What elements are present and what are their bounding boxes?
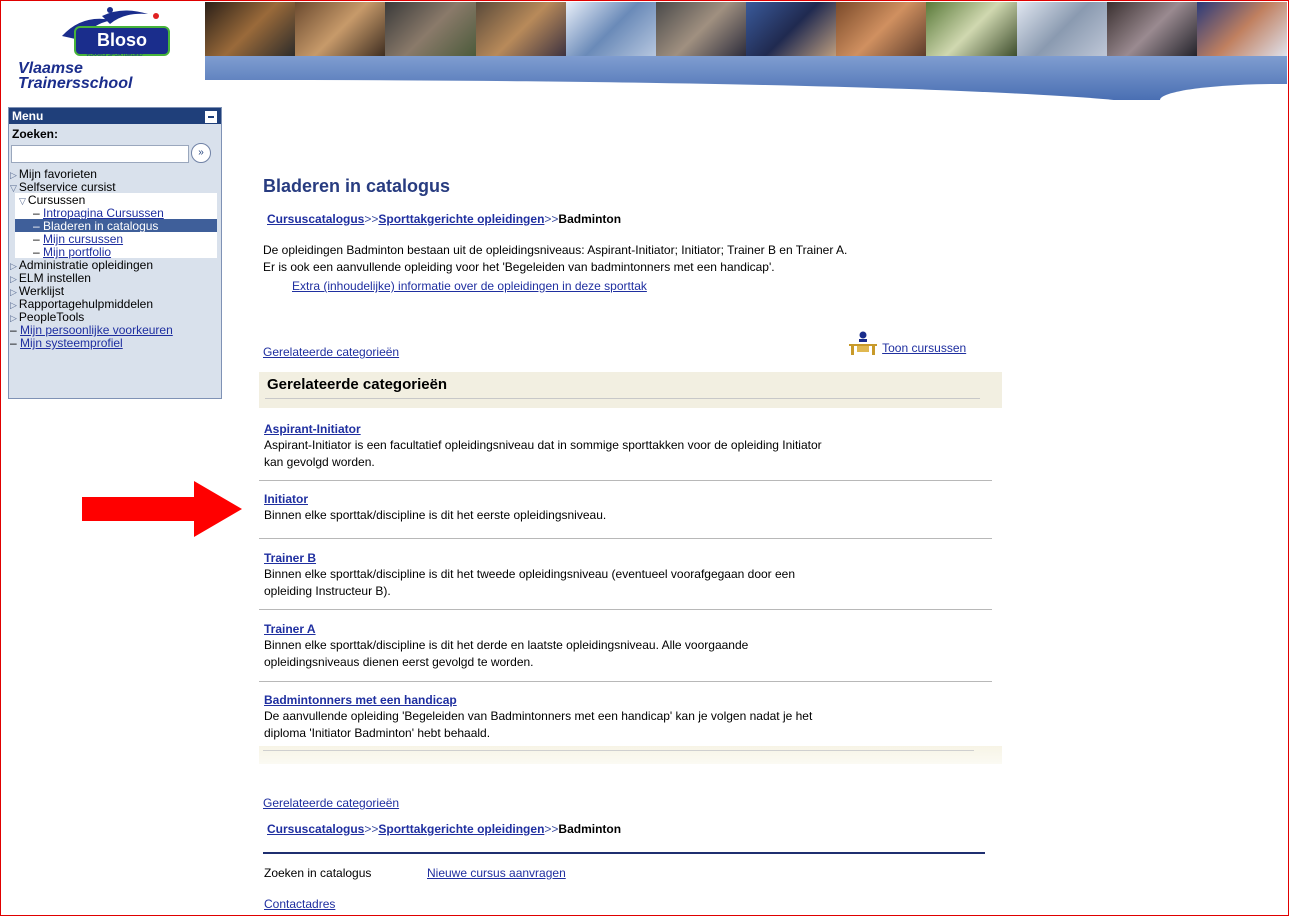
menu-item-bladeren[interactable]: – Bladeren in catalogus bbox=[15, 219, 217, 233]
description-line-2: Er is ook een aanvullende opleiding voor… bbox=[263, 260, 775, 274]
category-item: Trainer A Binnen elke sporttak/disciplin… bbox=[264, 622, 989, 671]
menu-item-administratie[interactable]: ▷ Administratie opleidingen bbox=[9, 258, 221, 272]
panel-footer bbox=[259, 746, 1002, 764]
page-title: Bladeren in catalogus bbox=[263, 176, 451, 196]
category-desc: Binnen elke sporttak/discipline is dit h… bbox=[264, 638, 749, 669]
breadcrumb-root[interactable]: Cursuscatalogus bbox=[267, 212, 364, 226]
category-link[interactable]: Aspirant-Initiator bbox=[264, 422, 361, 436]
related-categories-panel: Gerelateerde categorieën Aspirant-Initia… bbox=[259, 372, 1002, 764]
description: De opleidingen Badminton bestaan uit de … bbox=[263, 242, 847, 276]
breadcrumb: Cursuscatalogus>>Sporttakgerichte opleid… bbox=[267, 212, 621, 226]
search-catalog-text: Zoeken in catalogus bbox=[264, 866, 372, 880]
divider bbox=[259, 538, 992, 539]
menu-link-mijn-cursussen[interactable]: Mijn cursussen bbox=[43, 232, 123, 246]
contact-link[interactable]: Contactadres bbox=[264, 897, 335, 911]
menu-link-systeemprofiel[interactable]: Mijn systeemprofiel bbox=[20, 336, 123, 350]
category-item: Aspirant-Initiator Aspirant-Initiator is… bbox=[264, 422, 989, 471]
side-menu: Menu Zoeken: » ▷ Mijn favorieten ▽ Selfser… bbox=[8, 107, 222, 399]
panel-title: Gerelateerde categorieën bbox=[267, 376, 448, 393]
menu-link-portfolio[interactable]: Mijn portfolio bbox=[43, 245, 111, 259]
menu-link-voorkeuren[interactable]: Mijn persoonlijke voorkeuren bbox=[20, 323, 173, 337]
triangle-right-icon: ▷ bbox=[10, 313, 17, 323]
menu-search-input[interactable] bbox=[11, 145, 189, 163]
breadcrumb-sep: >> bbox=[544, 212, 559, 226]
category-desc: De aanvullende opleiding 'Begeleiden van… bbox=[264, 709, 813, 740]
menu-item-elm[interactable]: ▷ ELM instellen bbox=[9, 271, 221, 285]
menu-submenu: ▽ Cursussen – Intropagina Cursussen – Bla… bbox=[15, 193, 217, 259]
menu-item-intropagina[interactable]: – Intropagina Cursussen bbox=[15, 206, 217, 220]
triangle-right-icon: ▷ bbox=[10, 261, 17, 271]
category-link[interactable]: Initiator bbox=[264, 492, 308, 506]
menu-item-systeemprofiel[interactable]: – Mijn systeemprofiel bbox=[9, 336, 221, 350]
category-link[interactable]: Trainer B bbox=[264, 551, 316, 565]
menu-search: » bbox=[9, 143, 221, 167]
search-label: Zoeken: bbox=[12, 127, 59, 141]
menu-items: ▷ Mijn favorieten ▽ Selfservice cursist ▽ C… bbox=[9, 167, 221, 350]
collapse-menu-icon[interactable] bbox=[205, 111, 217, 123]
triangle-right-icon: ▷ bbox=[10, 300, 17, 310]
category-link[interactable]: Badmintonners met een handicap bbox=[264, 693, 457, 707]
category-item: Trainer B Binnen elke sporttak/disciplin… bbox=[264, 551, 989, 600]
breadcrumb-current: Badminton bbox=[558, 822, 622, 836]
breadcrumb-current: Badminton bbox=[558, 212, 622, 226]
breadcrumb-level1[interactable]: Sporttakgerichte opleidingen bbox=[378, 212, 544, 226]
category-desc: Binnen elke sporttak/discipline is dit h… bbox=[264, 567, 796, 598]
logo-school-line2: Trainersschool bbox=[18, 75, 133, 92]
menu-header: Menu bbox=[9, 108, 221, 124]
divider bbox=[259, 681, 992, 682]
show-courses-icon bbox=[847, 331, 879, 355]
category-desc: Binnen elke sporttak/discipline is dit h… bbox=[264, 508, 607, 522]
panel-header-rule bbox=[265, 398, 980, 399]
menu-item-selfservice[interactable]: ▽ Selfservice cursist bbox=[9, 180, 221, 194]
triangle-down-icon: ▽ bbox=[10, 183, 17, 193]
breadcrumb-level1[interactable]: Sporttakgerichte opleidingen bbox=[378, 822, 544, 836]
breadcrumb-sep: >> bbox=[364, 212, 379, 226]
category-desc: Aspirant-Initiator is een facultatief op… bbox=[264, 438, 822, 469]
triangle-right-icon: ▷ bbox=[10, 170, 17, 180]
menu-item-portfolio[interactable]: – Mijn portfolio bbox=[15, 245, 217, 259]
menu-item-cursussen[interactable]: ▽ Cursussen bbox=[15, 193, 217, 207]
panel-header: Gerelateerde categorieën bbox=[259, 372, 1002, 408]
related-categories-link[interactable]: Gerelateerde categorieën bbox=[263, 345, 399, 359]
triangle-right-icon: ▷ bbox=[10, 274, 17, 284]
menu-item-favorieten[interactable]: ▷ Mijn favorieten bbox=[9, 167, 221, 181]
menu-link-intropagina[interactable]: Intropagina Cursussen bbox=[43, 206, 164, 220]
menu-item-werklijst[interactable]: ▷ Werklijst bbox=[9, 284, 221, 298]
bottom-rule bbox=[263, 852, 985, 854]
breadcrumb-bottom: Cursuscatalogus>>Sporttakgerichte opleid… bbox=[267, 822, 621, 836]
triangle-right-icon: ▷ bbox=[10, 287, 17, 297]
new-course-link[interactable]: Nieuwe cursus aanvragen bbox=[427, 866, 566, 880]
logo[interactable]: Bloso VLAAMS SPORTBELEID Vlaamse Trainer… bbox=[14, 4, 204, 100]
triangle-down-icon: ▽ bbox=[19, 196, 26, 206]
category-item: Badmintonners met een handicap De aanvul… bbox=[264, 693, 989, 742]
related-categories-link-bottom[interactable]: Gerelateerde categorieën bbox=[263, 796, 399, 810]
breadcrumb-sep: >> bbox=[544, 822, 559, 836]
show-courses-link[interactable]: Toon cursussen bbox=[882, 341, 966, 355]
extra-info-link[interactable]: Extra (inhoudelijke) informatie over de … bbox=[292, 279, 647, 293]
divider bbox=[259, 480, 992, 481]
menu-item-rapportage[interactable]: ▷ Rapportagehulpmiddelen bbox=[9, 297, 221, 311]
menu-item-voorkeuren[interactable]: – Mijn persoonlijke voorkeuren bbox=[9, 323, 221, 337]
red-arrow-icon bbox=[82, 481, 242, 537]
search-go-icon[interactable]: » bbox=[191, 143, 211, 163]
breadcrumb-sep: >> bbox=[364, 822, 379, 836]
divider bbox=[259, 609, 992, 610]
sports-photo-banner bbox=[205, 2, 1287, 58]
menu-item-peopletools[interactable]: ▷ PeopleTools bbox=[9, 310, 221, 324]
description-line-1: De opleidingen Badminton bestaan uit de … bbox=[263, 243, 848, 257]
category-link[interactable]: Trainer A bbox=[264, 622, 316, 636]
menu-item-mijn-cursussen[interactable]: – Mijn cursussen bbox=[15, 232, 217, 246]
breadcrumb-root[interactable]: Cursuscatalogus bbox=[267, 822, 364, 836]
show-courses[interactable]: Toon cursussen bbox=[847, 331, 966, 355]
menu-title: Menu bbox=[12, 109, 44, 123]
category-item: Initiator Binnen elke sporttak/disciplin… bbox=[264, 492, 989, 524]
menu-link-bladeren[interactable]: Bladeren in catalogus bbox=[43, 219, 158, 233]
logo-brand-sub: VLAAMS SPORTBELEID bbox=[86, 52, 143, 58]
